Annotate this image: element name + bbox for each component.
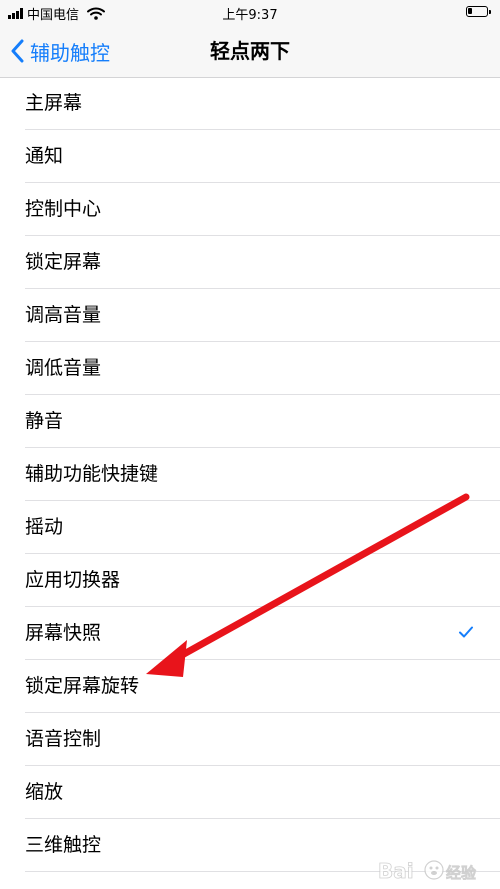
battery-icon <box>466 6 491 17</box>
list-item-label: 通知 <box>25 145 64 167</box>
list-item[interactable]: 主屏幕 <box>25 77 500 130</box>
list-item[interactable]: 屏幕快照 <box>25 607 500 660</box>
navigation-bar: 辅助触控 轻点两下 <box>0 26 500 78</box>
list-item[interactable]: 控制中心 <box>25 183 500 236</box>
list-item[interactable]: 语音控制 <box>25 713 500 766</box>
list-item-label: 锁定屏幕旋转 <box>25 675 140 697</box>
watermark-logo: Bai 经验 <box>378 859 478 884</box>
list-item-label: 应用切换器 <box>25 569 121 591</box>
status-time: 上午9:37 <box>222 8 278 23</box>
list-item-label: 三维触控 <box>25 834 102 856</box>
list-item-label: 静音 <box>25 410 64 432</box>
back-label: 辅助触控 <box>30 40 110 65</box>
chevron-left-icon <box>11 39 24 63</box>
list-item-label: 调高音量 <box>25 304 102 326</box>
action-list: 打开菜单主屏幕通知控制中心锁定屏幕调高音量调低音量静音辅助功能快捷键摇动应用切换… <box>0 40 500 872</box>
list-item[interactable]: 应用切换器 <box>25 554 500 607</box>
list-item[interactable]: 通知 <box>25 130 500 183</box>
list-item-label: 辅助功能快捷键 <box>25 463 159 485</box>
list-item-label: 语音控制 <box>25 728 102 750</box>
list-item[interactable]: 缩放 <box>25 766 500 819</box>
list-item[interactable]: 锁定屏幕 <box>25 236 500 289</box>
list-item[interactable]: 静音 <box>25 395 500 448</box>
list-item-label: 缩放 <box>25 781 64 803</box>
svg-text:经验: 经验 <box>446 864 477 882</box>
list-item[interactable]: 调低音量 <box>25 342 500 395</box>
list-item-label: 调低音量 <box>25 357 102 379</box>
battery-level <box>468 8 472 14</box>
svg-text:Bai: Bai <box>378 859 414 883</box>
list-item-label: 主屏幕 <box>25 92 83 114</box>
status-bar: 中国电信 上午9:37 <box>0 0 500 26</box>
list-item-label: 摇动 <box>25 516 64 538</box>
list-item-label: 屏幕快照 <box>25 622 102 644</box>
list-item-label: 控制中心 <box>25 198 102 220</box>
checkmark-icon <box>459 626 473 638</box>
list-item-label: 锁定屏幕 <box>25 251 102 273</box>
back-button[interactable]: 辅助触控 <box>10 26 110 76</box>
list-item[interactable]: 摇动 <box>25 501 500 554</box>
list-item[interactable]: 辅助功能快捷键 <box>25 448 500 501</box>
list-item[interactable]: 锁定屏幕旋转 <box>25 660 500 713</box>
list-item[interactable]: 调高音量 <box>25 289 500 342</box>
